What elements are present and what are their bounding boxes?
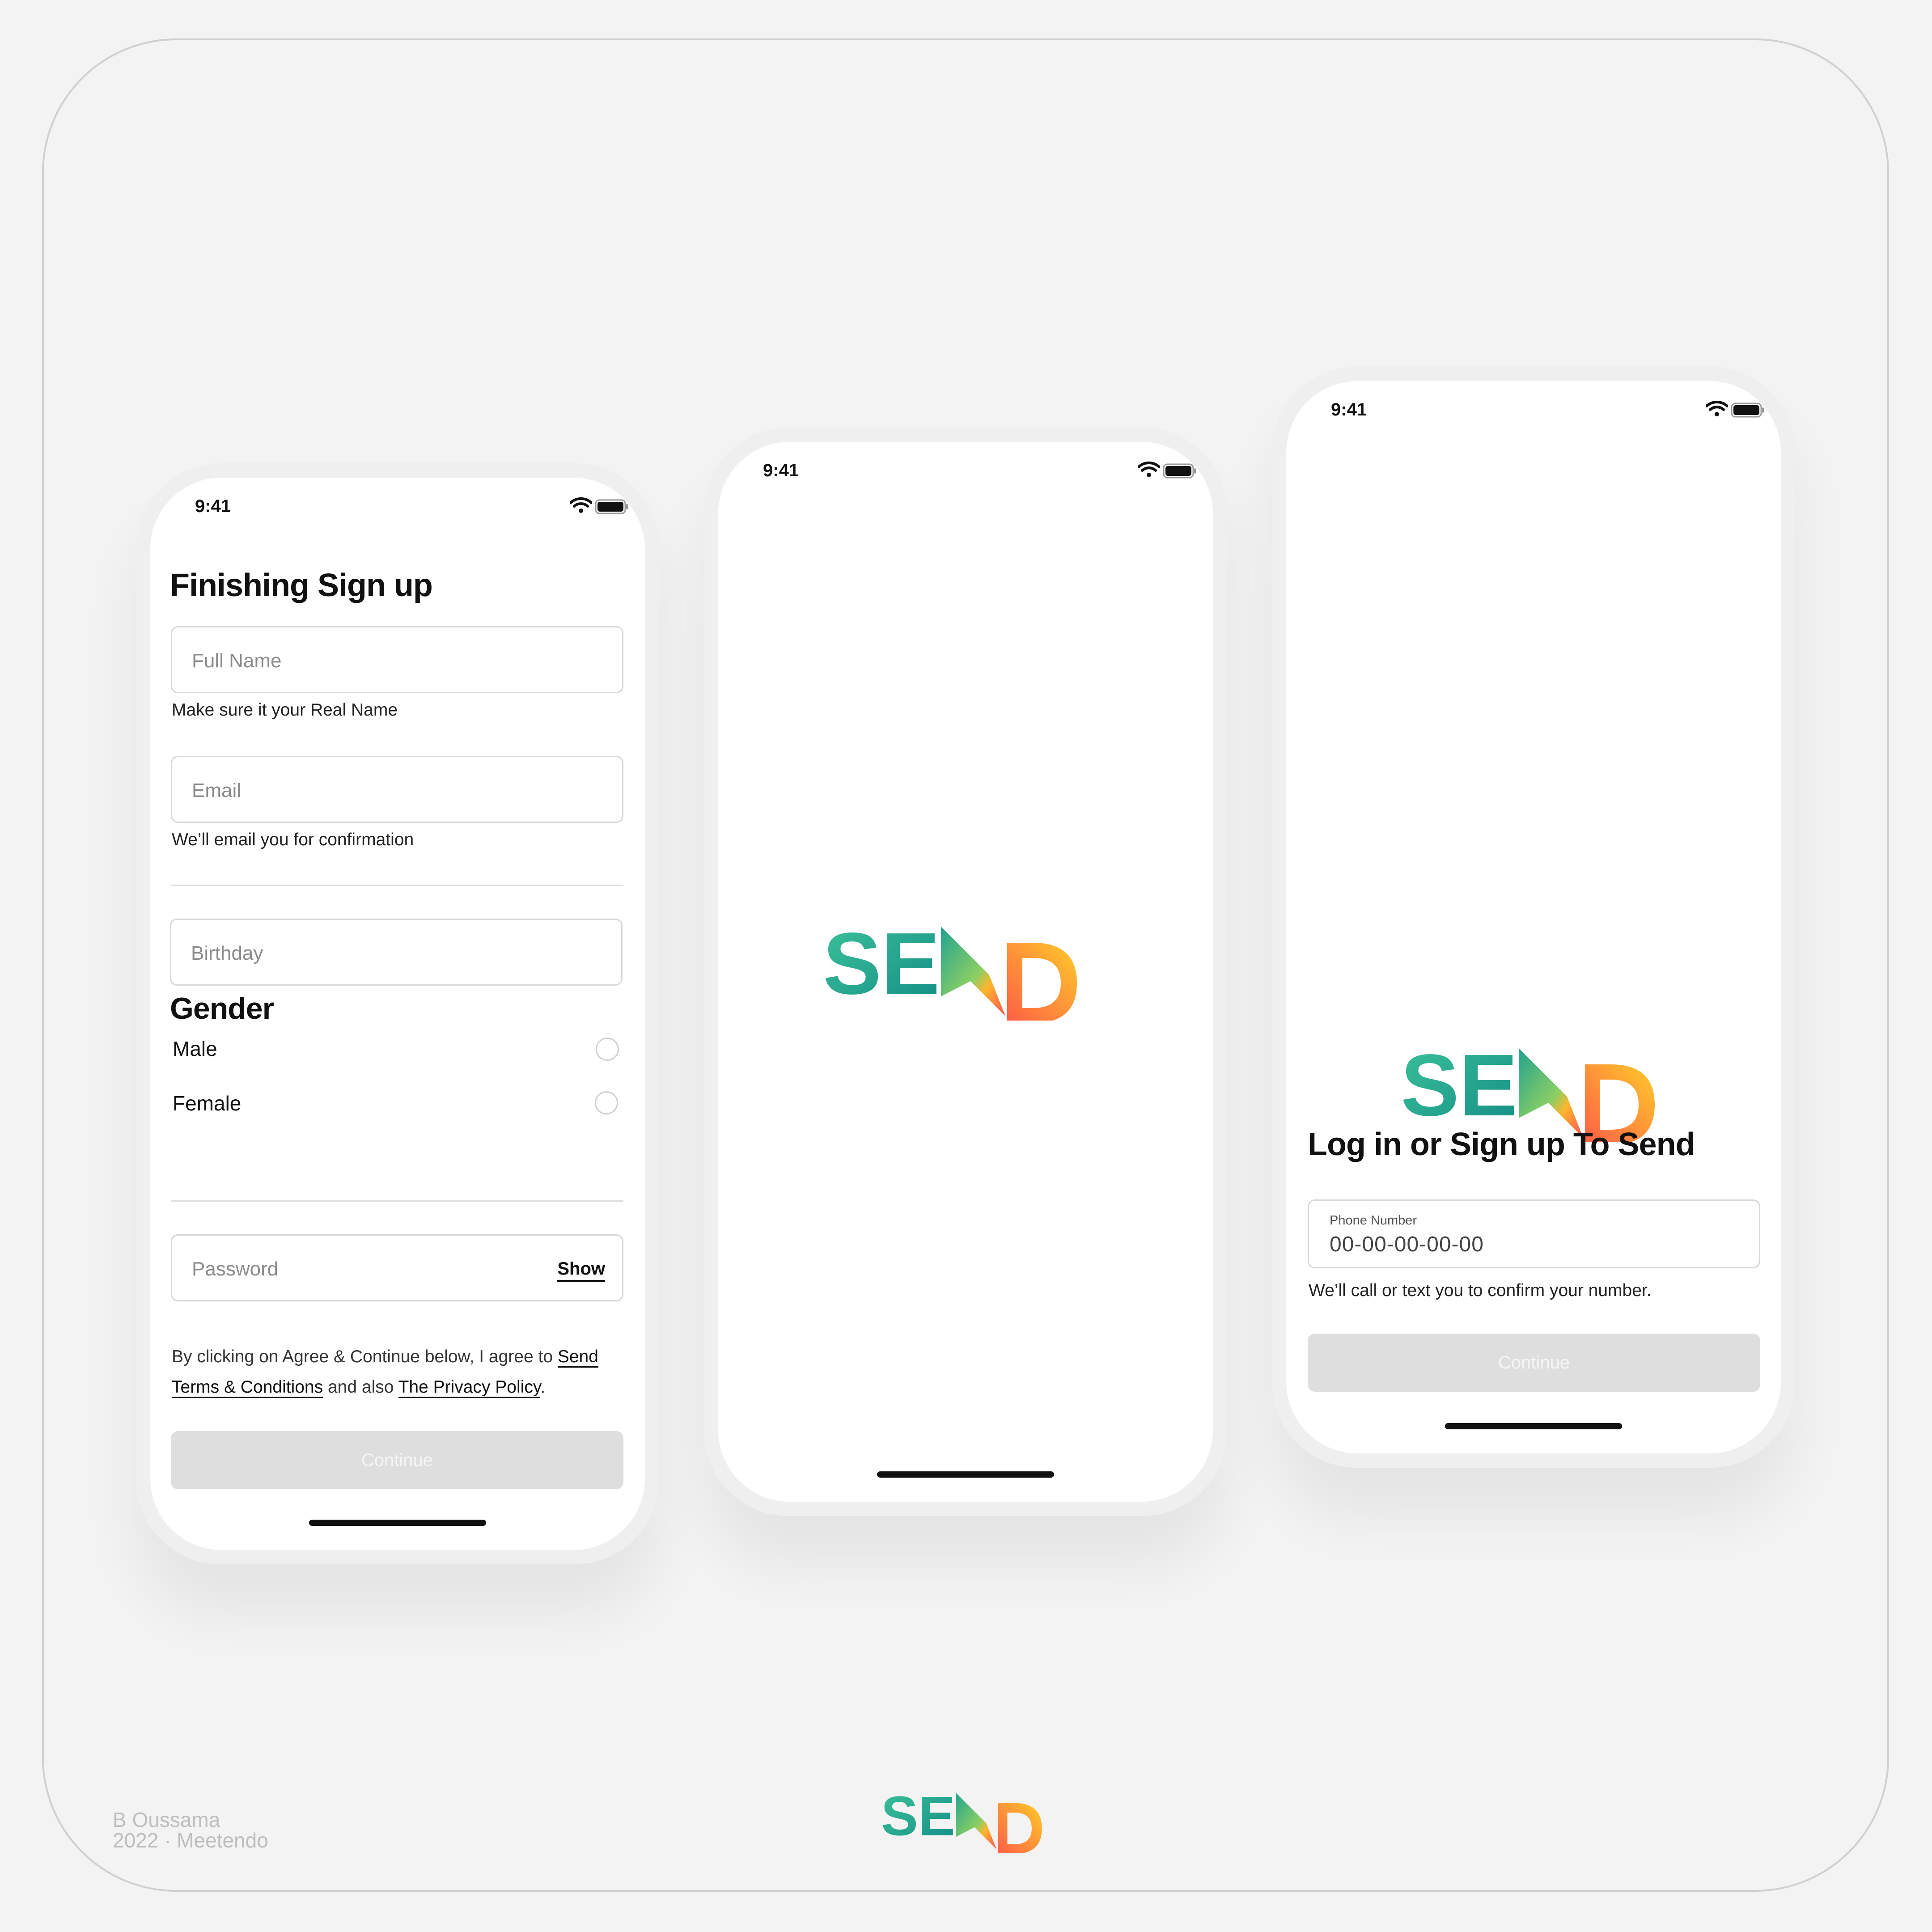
home-indicator (877, 1471, 1054, 1478)
wifi-icon (1138, 462, 1160, 477)
svg-text:SE: SE (823, 922, 940, 1013)
privacy-policy-link[interactable]: The Privacy Policy (398, 1377, 541, 1398)
svg-text:SE: SE (881, 1789, 955, 1847)
terms-conditions-link[interactable]: Terms & Conditions (172, 1377, 323, 1398)
phone-number-value: 00-00-00-00-00 (1330, 1233, 1484, 1256)
wifi-icon (1706, 401, 1728, 416)
footer-credit: B Oussama 2022 · Meetendo (113, 1809, 268, 1851)
home-indicator (309, 1520, 486, 1526)
full-name-field[interactable]: Full Name (171, 626, 623, 693)
gender-option-male-radio[interactable] (596, 1038, 619, 1061)
gender-title: Gender (170, 991, 274, 1025)
battery-icon (1731, 402, 1764, 418)
send-link[interactable]: Send (557, 1347, 598, 1368)
gender-option-female-radio[interactable] (595, 1091, 618, 1114)
page-title: Finishing Sign up (170, 568, 433, 603)
phone-signup: 9:41 Finishing Sign up Full Name Make su… (136, 463, 659, 1564)
phone-splash: 9:41 SE (704, 428, 1227, 1516)
full-name-hint: Make sure it your Real Name (172, 700, 398, 720)
status-time: 9:41 (763, 461, 799, 480)
phone-number-label: Phone Number (1330, 1213, 1417, 1228)
terms-suffix: . (540, 1377, 546, 1397)
status-bar: 9:41 (150, 478, 645, 531)
gender-option-male-label: Male (173, 1037, 217, 1060)
status-bar: 9:41 (1286, 381, 1781, 435)
login-title: Log in or Sign up To Send (1308, 1127, 1695, 1162)
home-indicator (1445, 1423, 1622, 1429)
continue-button[interactable]: Continue (171, 1431, 623, 1489)
terms-middle: and also (323, 1377, 398, 1397)
status-bar: 9:41 (718, 442, 1213, 496)
wifi-icon (570, 497, 592, 513)
status-time: 9:41 (195, 496, 231, 516)
phone-login: 9:41 SE Log in or Sign up To Send Phone … (1272, 367, 1795, 1468)
email-field[interactable]: Email (171, 756, 623, 823)
terms-prefix: By clicking on Agree & Continue below, I… (172, 1347, 558, 1366)
birthday-field[interactable]: Birthday (170, 919, 623, 986)
password-placeholder: Password (192, 1258, 279, 1280)
phone-number-field[interactable]: Phone Number 00-00-00-00-00 (1308, 1199, 1760, 1268)
full-name-placeholder: Full Name (192, 650, 282, 672)
status-time: 9:41 (1331, 400, 1367, 419)
footer-author: B Oussama (113, 1808, 220, 1831)
continue-button[interactable]: Continue (1308, 1334, 1760, 1392)
signup-screen: 9:41 Finishing Sign up Full Name Make su… (150, 478, 645, 1550)
svg-text:SE: SE (1401, 1044, 1517, 1134)
email-placeholder: Email (192, 780, 242, 801)
login-screen: 9:41 SE Log in or Sign up To Send Phone … (1286, 381, 1781, 1453)
password-field[interactable]: Password Show (171, 1234, 623, 1301)
phone-hint: We’ll call or text you to confirm your n… (1309, 1281, 1652, 1300)
section-divider (171, 1200, 623, 1202)
send-logo: SE (823, 922, 1077, 1021)
terms-text: By clicking on Agree & Continue below, I… (172, 1342, 628, 1402)
battery-icon (595, 499, 628, 514)
email-hint: We’ll email you for confirmation (172, 830, 414, 849)
footer-send-logo: SE (881, 1789, 1042, 1853)
birthday-placeholder: Birthday (191, 942, 263, 964)
section-divider (171, 885, 623, 886)
battery-icon (1163, 463, 1196, 479)
footer-year-company: 2022 · Meetendo (113, 1829, 268, 1852)
splash-screen: 9:41 SE (718, 442, 1213, 1502)
show-password-toggle[interactable]: Show (557, 1259, 605, 1282)
gender-option-female-label: Female (173, 1092, 242, 1115)
